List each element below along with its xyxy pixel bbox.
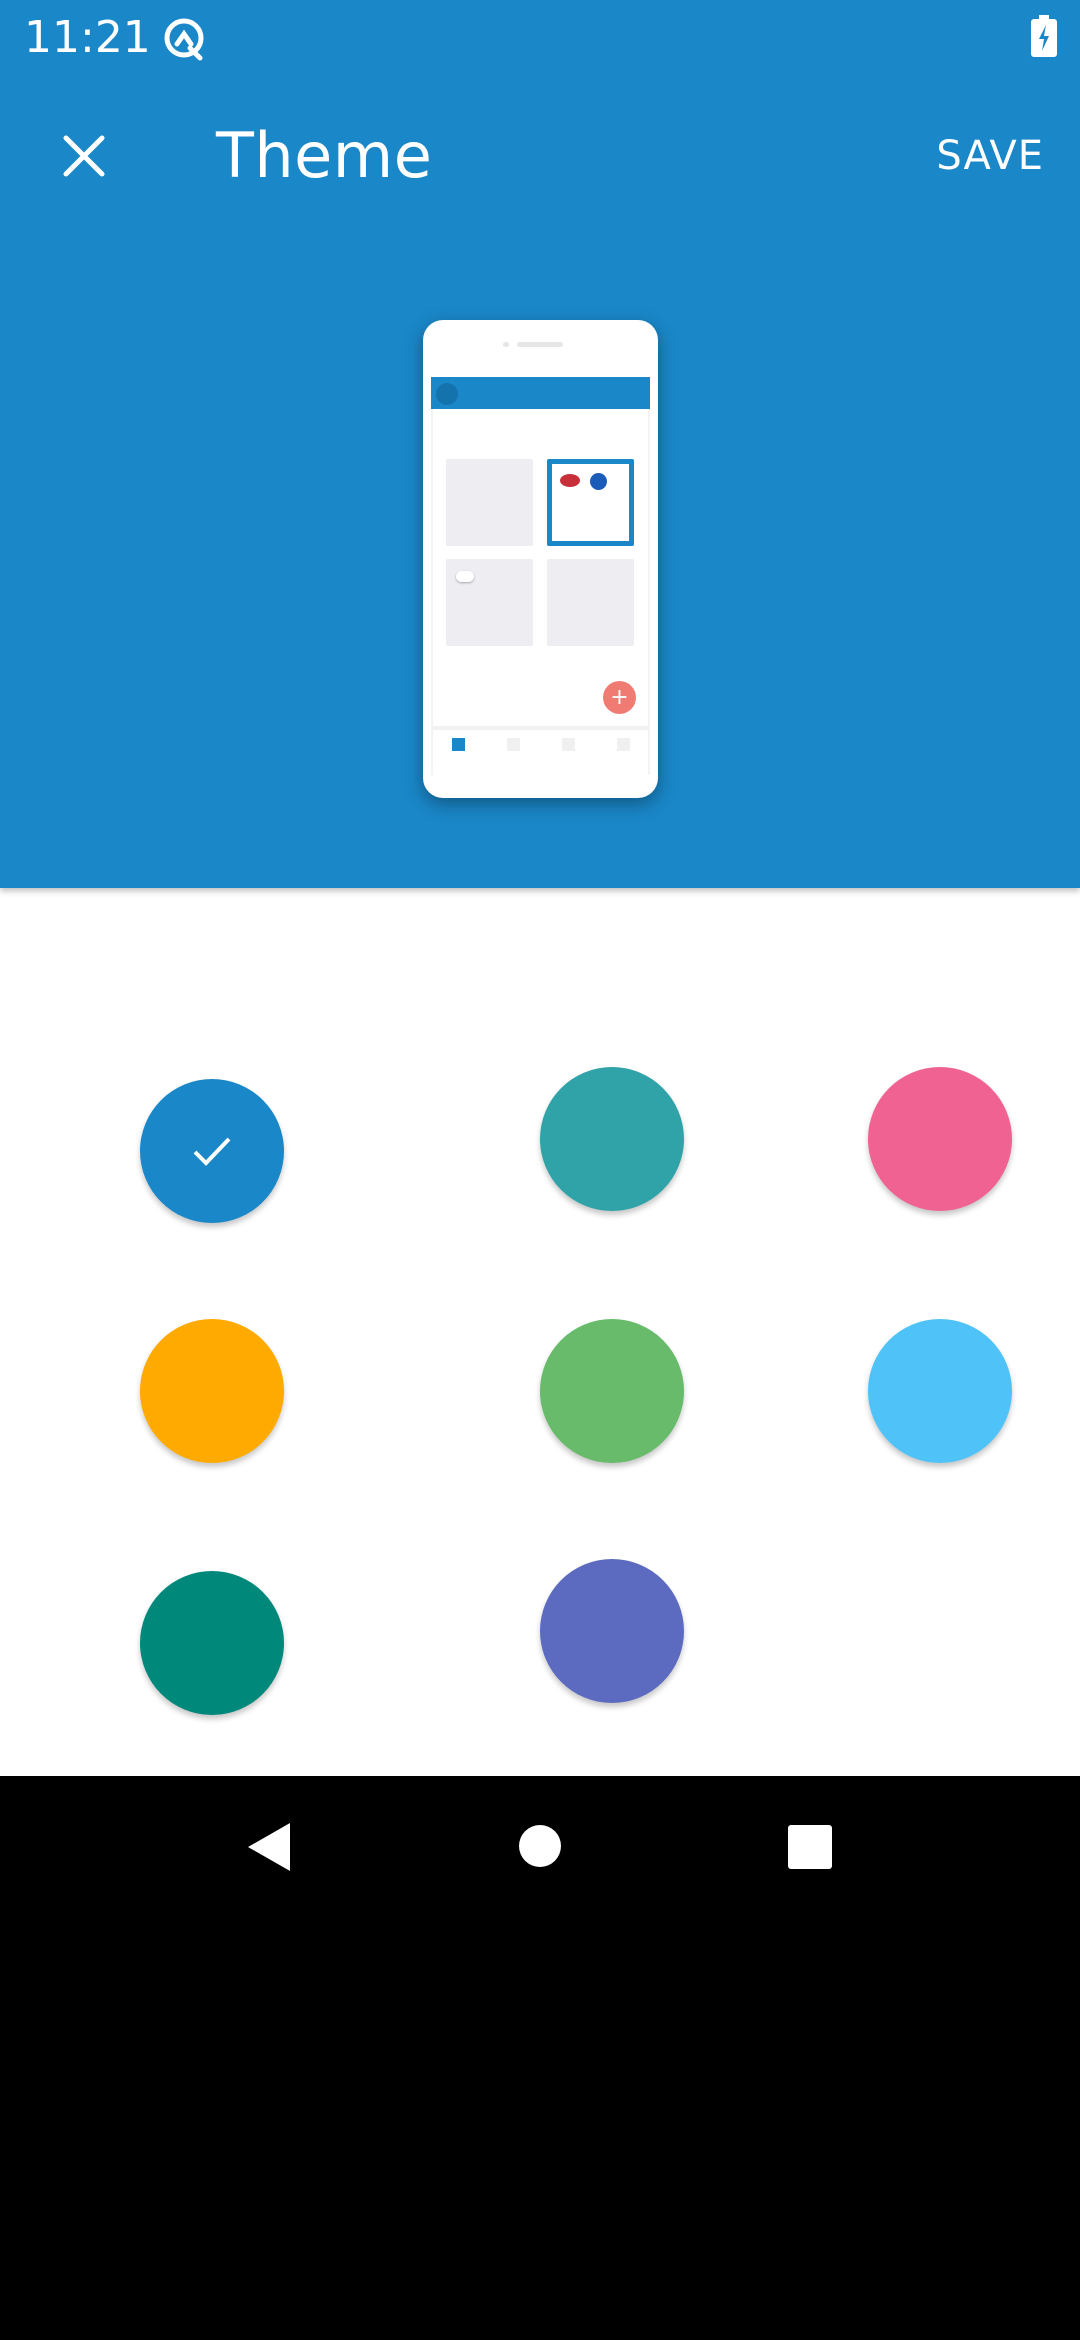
preview-blue-dot bbox=[590, 473, 607, 490]
theme-color-dark-teal[interactable] bbox=[140, 1571, 284, 1715]
theme-preview-phone: + bbox=[423, 320, 658, 798]
page-title: Theme bbox=[216, 119, 433, 192]
preview-avatar bbox=[436, 383, 458, 405]
preview-toolbar bbox=[431, 377, 650, 409]
app-bar: 11:21 Theme SAVE + bbox=[0, 0, 1080, 888]
status-time: 11:21 bbox=[24, 12, 151, 63]
data-saver-icon bbox=[164, 18, 204, 61]
preview-nav-item bbox=[617, 738, 630, 751]
preview-nav-item bbox=[562, 738, 575, 751]
preview-card bbox=[547, 559, 634, 646]
preview-fab: + bbox=[603, 681, 636, 714]
theme-color-grid bbox=[0, 888, 1080, 1776]
save-button[interactable]: SAVE bbox=[936, 118, 1044, 194]
preview-camera bbox=[503, 342, 509, 347]
home-icon[interactable] bbox=[518, 1824, 562, 1868]
close-button[interactable] bbox=[40, 112, 128, 200]
theme-color-indigo[interactable] bbox=[540, 1559, 684, 1703]
battery-charging-icon bbox=[1031, 15, 1057, 57]
preview-red-dot bbox=[560, 474, 580, 487]
theme-color-green[interactable] bbox=[540, 1319, 684, 1463]
preview-card bbox=[446, 459, 533, 546]
preview-nav-item bbox=[452, 738, 465, 751]
back-icon[interactable] bbox=[244, 1821, 292, 1873]
theme-color-amber[interactable] bbox=[140, 1319, 284, 1463]
theme-color-teal[interactable] bbox=[540, 1067, 684, 1211]
system-nav-bar bbox=[0, 1776, 1080, 2340]
recents-icon[interactable] bbox=[788, 1825, 832, 1869]
close-icon bbox=[63, 135, 105, 177]
preview-nav-item bbox=[507, 738, 520, 751]
theme-color-light-blue[interactable] bbox=[868, 1319, 1012, 1463]
theme-color-blue[interactable] bbox=[140, 1079, 284, 1223]
preview-toggle bbox=[456, 571, 474, 582]
preview-card-selected bbox=[547, 459, 634, 546]
preview-speaker bbox=[517, 342, 563, 347]
preview-divider bbox=[431, 726, 650, 730]
check-icon bbox=[193, 1137, 231, 1166]
theme-color-pink[interactable] bbox=[868, 1067, 1012, 1211]
